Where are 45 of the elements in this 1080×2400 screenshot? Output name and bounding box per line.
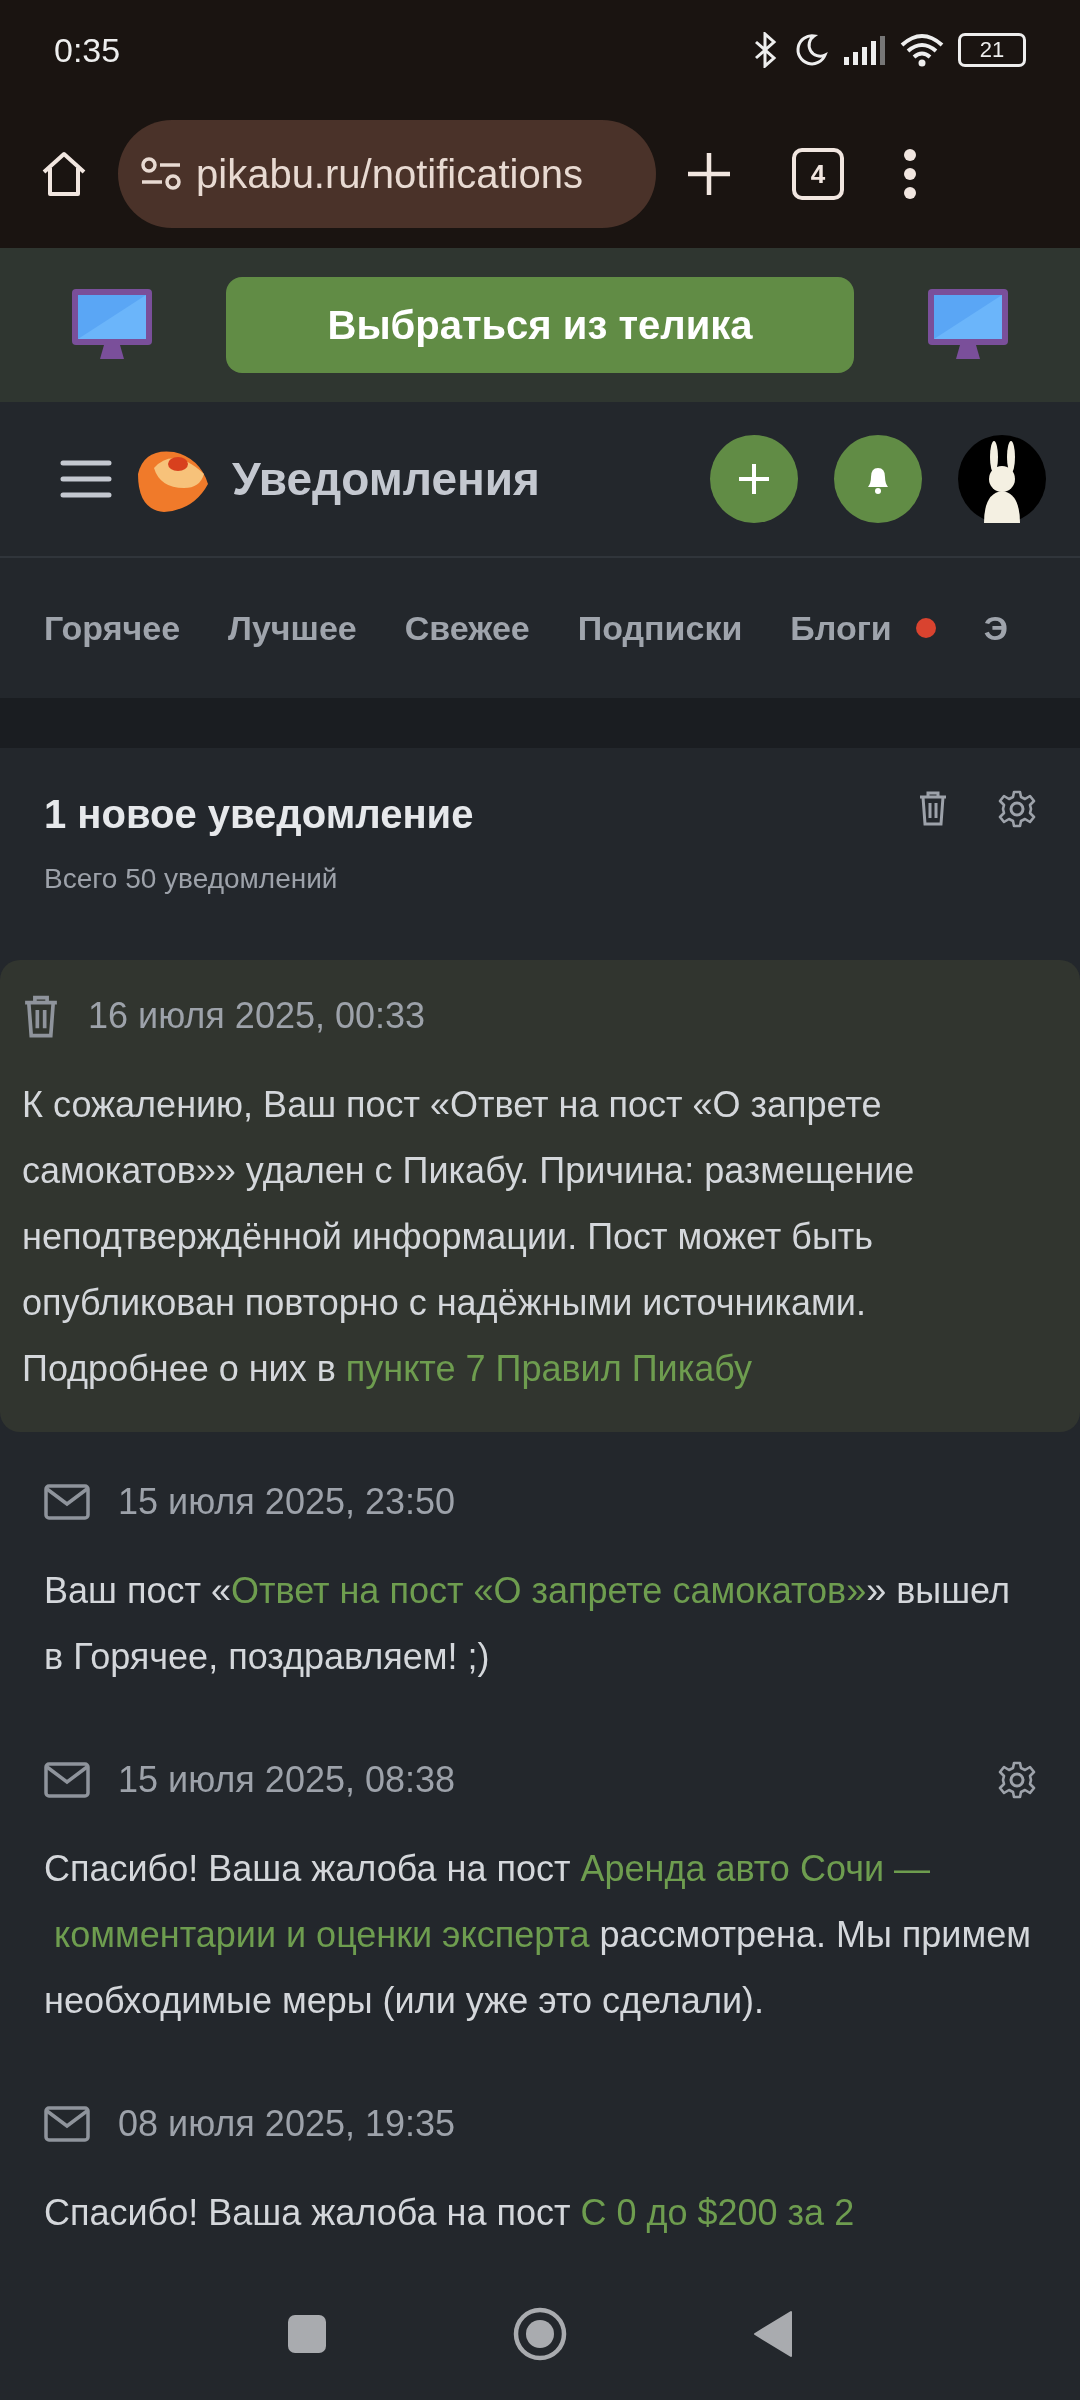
envelope-icon [44,2106,90,2142]
more-icon[interactable] [902,148,918,200]
notification-text: К сожалению, Ваш пост «Ответ на пост «О запрете самокатов»» удален с Пикабу. Причина: размещение неподтверждённой информации. Пост может быть опубликован повторно с надёжными источниками. Подробнее о них в пункте 7 Правил Пикабу [22,1072,1058,1402]
notification-text: Ваш пост «Ответ на пост «О запрете самокатов»» вышел в Горячее, поздравляем! ;) [44,1558,1036,1690]
category-tab[interactable]: Подписки [577,608,743,648]
notification-text: Спасибо! Ваша жалоба на пост Аренда авто Сочи — комментарии и оценки эксперта рассмотрена. Мы примем необходимые меры (или уже это сделали). [44,1836,1036,2034]
wifi-icon [900,33,944,67]
section-title: 1 новое уведомление [44,792,475,837]
status-time: 0:35 [54,30,121,70]
tab-count-button[interactable]: 4 [792,148,844,200]
home-button-icon[interactable] [513,2307,567,2361]
post-link[interactable]: С 0 до $200 за 2 [580,2180,855,2246]
post-link[interactable]: Аренда авто Сочи — [580,1836,930,1902]
battery-icon: 21 [958,33,1026,67]
notification-date: 15 июля 2025, 08:38 [118,1759,457,1801]
envelope-icon [44,1484,90,1520]
settings-icon[interactable] [998,790,1036,828]
trash-icon[interactable] [918,790,948,826]
notification-date: 08 июля 2025, 19:35 [118,2103,457,2145]
category-tab[interactable]: Свежее [404,608,530,648]
page-title: Уведомления [232,452,541,506]
post-link[interactable]: пункте 7 Правил Пикабу [345,1336,753,1402]
total-count: Всего 50 уведомлений [44,863,339,895]
url-text: pikabu.ru/notifications [196,151,583,197]
settings-icon[interactable] [998,1761,1036,1799]
notification-date: 16 июля 2025, 00:33 [88,995,427,1037]
signal-icon [842,35,886,65]
notification-date: 15 июля 2025, 23:50 [118,1481,457,1523]
escape-button[interactable]: Выбраться из телика [226,277,854,373]
moon-icon [794,33,828,67]
post-link[interactable]: Ответ на пост «О запрете самокатов» [230,1558,867,1624]
recents-icon[interactable] [287,2314,327,2354]
category-tab[interactable]: Лучшее [228,608,357,648]
back-icon[interactable] [753,2310,793,2358]
menu-icon[interactable] [60,459,112,499]
address-bar[interactable]: pikabu.ru/notifications [118,120,656,228]
category-tab[interactable]: Э [983,608,1008,648]
post-link[interactable]: комментарии и оценки эксперта [54,1902,590,1968]
category-tab[interactable]: Блоги [790,608,936,648]
category-tab[interactable]: Горячее [44,608,181,648]
notification-text: Спасибо! Ваша жалоба на пост С 0 до $200 за 2 [44,2180,1036,2246]
avatar[interactable] [958,435,1046,523]
envelope-icon [44,1762,90,1798]
plus-icon [736,461,772,497]
trash-icon [22,994,60,1038]
